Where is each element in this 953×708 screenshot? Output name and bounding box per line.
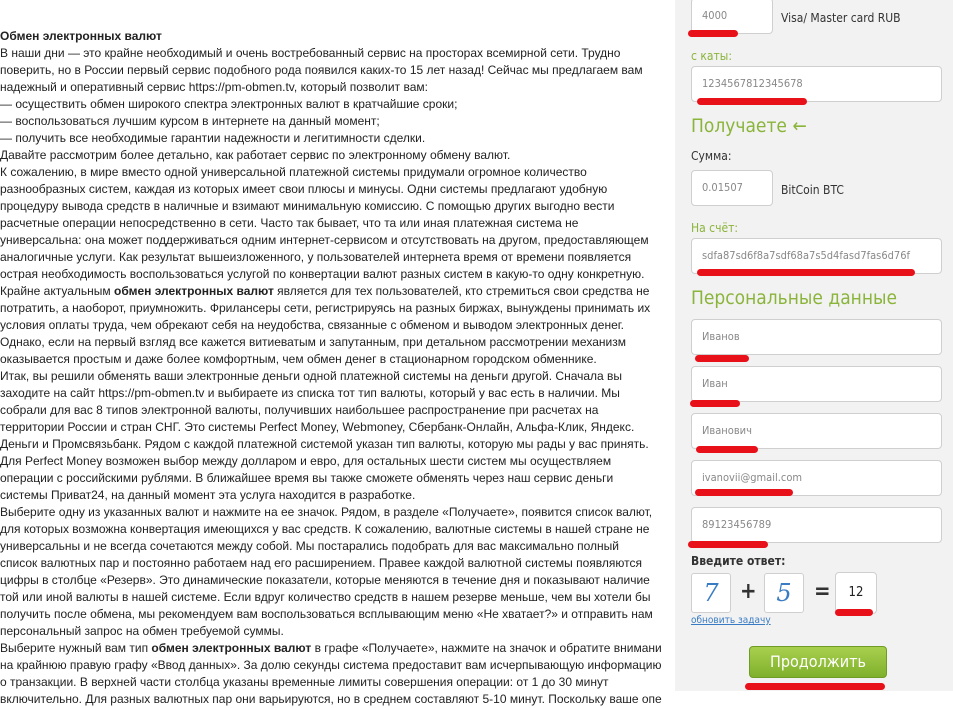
article-line: расчетные операции непосредственно в сет… [0,216,579,230]
to-account-label: На счёт: [691,221,739,235]
annotation-mark [697,269,915,276]
article-line: персональный запрос на обмен требуемой с… [0,624,284,638]
annotation-mark [688,541,768,548]
article-line: заходите на сайт https://pm-obmen.tv и в… [0,386,620,400]
article-line: той или иной валюты в нашей системе. Есл… [0,590,651,604]
article-line: территории России и стран СНГ. Это систе… [0,420,635,434]
annotation-mark [688,30,738,37]
annotation-mark [835,609,873,616]
article-line: оказывается простым и даже более комфорт… [0,352,597,366]
article-line: цифры в столбце «Резерв». Это динамическ… [0,573,650,587]
article-line: операции с российскими рублями. В ближай… [0,471,614,485]
captcha-digit-b: 5 [764,573,804,613]
article-line: поверить, но в России первый сервис подо… [0,63,643,77]
continue-button[interactable]: Продолжить [749,646,887,678]
captcha-digit-a: 7 [691,573,731,613]
article-line: — получить все необходимые гарантии наде… [0,131,426,145]
article-line: системы Приват24, на данный момент эта у… [0,488,416,502]
article-line: В наши дни — это крайне необходимый и оч… [0,46,621,60]
article-line: надежный и оперативный сервис https://pm… [0,80,428,94]
personal-data-heading: Персональные данные [691,287,898,309]
captcha-answer-input[interactable]: 12 [835,572,877,614]
annotation-mark [695,489,793,496]
first-name-input[interactable]: Иван [691,366,942,402]
phone-input[interactable]: 89123456789 [691,507,942,543]
article-line: аналогичные услуги. Как результат вышеиз… [0,250,632,264]
article-text: в графе «Получаете», нажмите на значок и… [311,641,662,655]
article-line: Крайне актуальным обмен электронных валю… [0,283,662,300]
captcha-label: Введите ответ: [691,554,786,568]
article-line: — воспользоваться лучшим курсом в интерн… [0,114,380,128]
article-line: для которых возможна конвертация имеющих… [0,522,650,536]
annotation-mark [696,446,758,453]
article-heading: Обмен электронных валют [0,29,162,43]
article-body: Обмен электронных валют В наши дни — это … [0,28,662,708]
article-line: Деньги и Промсвязьбанк. Рядом с каждой п… [0,437,649,451]
article-line: универсальна: она может поддерживаться о… [0,233,649,247]
article-line: получить после обмена, мы рекомендуем ва… [0,607,653,621]
captcha-equals-sign: = [814,579,831,604]
annotation-mark [690,400,740,407]
article-line: — осуществить обмен широкого спектра эле… [0,97,458,111]
article-line: о транзакции. В верхней части столбца ук… [0,675,609,689]
from-card-label: с каты: [691,49,732,63]
article-text: является для тех пользователей, кто стре… [273,284,650,298]
article-line: Итак, вы решили обменять ваши электронны… [0,369,623,383]
give-currency-label: Visa/ Master card RUB [781,11,901,25]
article-line: Выберите одну из указанных валют и нажми… [0,505,653,519]
article-line: потратить, а наоборот, приумножить. Фрил… [0,301,651,315]
receive-amount-input[interactable]: 0.01507 [691,170,773,206]
receive-heading: Получаете ← [691,115,807,137]
article-line: условия оплаты труда, чем обрекают себя … [0,318,625,332]
article-text: Крайне актуальным [0,284,114,298]
article-line: универсальны и не всегда сочетаются межд… [0,539,619,553]
from-card-input[interactable]: 1234567812345678 [691,66,942,102]
article-line: на крайнюю правую графу «Ввод данных». З… [0,658,662,672]
article-line: острая необходимость воспользоваться усл… [0,267,645,281]
article-line: разнообразных систем, каждая из которых … [0,182,608,196]
refresh-captcha-link[interactable]: обновить задачу [691,615,771,626]
give-amount-input[interactable]: 4000 [691,0,773,34]
last-name-input[interactable]: Иванов [691,319,942,355]
article-line: Выберите нужный вам тип обмен электронны… [0,640,662,657]
annotation-mark [745,683,885,690]
article-line: Однако, если на первый взгляд все кажетс… [0,335,626,349]
article-line: список валютных пар и постоянно работаем… [0,556,642,570]
article-line: собрали для вас 8 типов электронной валю… [0,403,599,417]
annotation-mark [695,355,749,362]
sum-label: Сумма: [691,149,732,163]
article-keyword: обмен электронных валют [114,284,274,298]
article-line: Давайте рассмотрим более детально, как р… [0,148,511,162]
receive-currency-label: BitCoin BTC [781,183,844,197]
captcha-plus-sign: + [740,579,757,604]
article-line: Для Perfect Money возможен выбор между д… [0,454,612,468]
article-keyword: обмен электронных валют [151,641,312,655]
article-text: Выберите нужный вам тип [0,641,152,655]
patronymic-input[interactable]: Иванович [691,413,942,449]
article-line: К сожалению, в мире вместо одной универс… [0,165,587,179]
article-line: процедуру вывода средств в наличные и вз… [0,199,615,213]
annotation-mark [697,98,807,105]
